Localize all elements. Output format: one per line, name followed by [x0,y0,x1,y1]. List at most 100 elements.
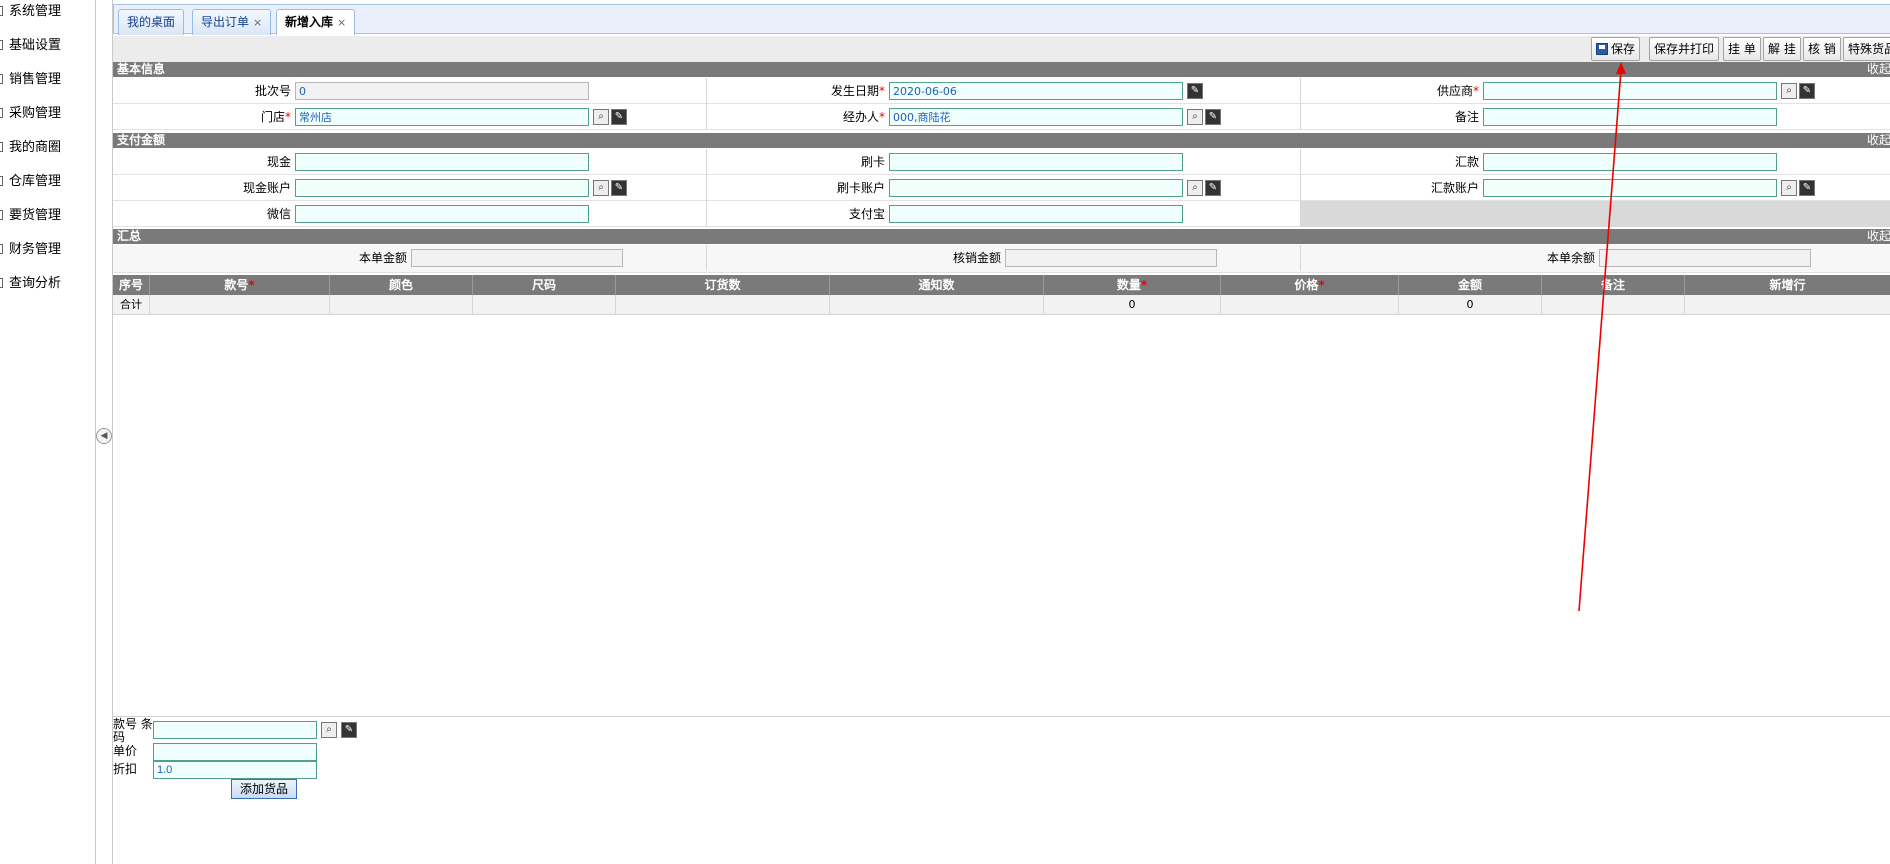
add-goods-button[interactable]: 添加货品 [231,779,297,799]
form-cell: 备注 [1301,104,1890,130]
hang-order-button[interactable]: 挂 单 [1723,37,1761,61]
supplier-label: 供应商* [1436,84,1479,98]
sidebar-item-label: 我的商圈 [9,140,62,155]
remit-account-field[interactable] [1483,179,1777,197]
discount-field[interactable] [153,761,317,779]
col-price[interactable]: 价格* [1221,275,1399,295]
sidebar-item-business-circle[interactable]: 我的商圈 [0,138,61,158]
date-label: 发生日期* [830,84,885,98]
this-balance-label: 本单余额 [1546,251,1595,265]
search-icon[interactable]: ⌕ [1781,180,1797,196]
batch-no-field[interactable] [295,82,589,100]
supplier-field[interactable] [1483,82,1777,100]
form-row: 微信 支付宝 [113,201,1890,227]
card-account-field[interactable] [889,179,1183,197]
writeoff-amount-field [1005,249,1217,267]
sidebar-item-requisition[interactable]: 要货管理 [0,206,61,226]
collapse-link[interactable]: 收起 [1867,62,1890,77]
card-account-label: 刷卡账户 [836,181,885,195]
search-icon[interactable]: ⌕ [593,180,609,196]
wechat-field[interactable] [295,205,589,223]
sidebar-item-basic-settings[interactable]: 基础设置 [0,36,61,56]
cash-field[interactable] [295,153,589,171]
sidebar-item-finance[interactable]: 财务管理 [0,240,61,260]
handler-field[interactable] [889,108,1183,126]
sidebar-item-warehouse[interactable]: 仓库管理 [0,172,61,192]
col-style-no[interactable]: 款号* [150,275,330,295]
code-label: 款号 条码 [113,717,153,744]
remit-field[interactable] [1483,153,1777,171]
sidebar-item-label: 基础设置 [9,38,62,53]
store-label: 门店* [260,110,291,124]
edit-icon[interactable]: ✎ [1205,180,1221,196]
handler-label: 经办人* [842,110,885,124]
unhang-order-button[interactable]: 解 挂 [1763,37,1801,61]
form-cell: 本单余额 [1301,245,1890,271]
edit-icon[interactable]: ✎ [1205,109,1221,125]
barcode-field[interactable] [153,721,317,739]
tab-my-desktop[interactable]: 我的桌面 [118,9,185,35]
this-amount-field [411,249,623,267]
form-row: 批次号 发生日期* ✎ 供应商* ⌕ ✎ [113,78,1890,104]
col-notice-qty[interactable]: 通知数 [830,275,1044,295]
tab-export-orders[interactable]: 导出订单 × [192,9,272,35]
search-icon[interactable]: ⌕ [1781,83,1797,99]
sidebar-item-purchase[interactable]: 采购管理 [0,104,61,124]
tab-label: 新增入库 [285,15,334,29]
remit-account-label: 汇款账户 [1430,181,1479,195]
col-index[interactable]: 序号 [113,275,150,295]
save-print-button[interactable]: 保存并打印 [1649,37,1720,61]
form-cell: 发生日期* ✎ [707,78,1301,104]
cash-account-field[interactable] [295,179,589,197]
calendar-icon[interactable]: ✎ [1187,83,1203,99]
sidebar-collapse-icon[interactable]: ◀ [96,428,112,444]
edit-icon[interactable]: ✎ [611,180,627,196]
col-quantity[interactable]: 数量* [1044,275,1221,295]
search-icon[interactable]: ⌕ [1187,109,1203,125]
collapse-link[interactable]: 收起 [1867,229,1890,244]
save-button[interactable]: 保存 [1591,37,1641,61]
cash-label: 现金 [266,155,291,169]
col-order-qty[interactable]: 订货数 [616,275,830,295]
bullet-icon [0,74,3,84]
bullet-icon [0,244,3,254]
col-remark[interactable]: 备注 [1542,275,1685,295]
col-color[interactable]: 颜色 [330,275,473,295]
card-field[interactable] [889,153,1183,171]
alipay-field[interactable] [889,205,1183,223]
this-amount-label: 本单金额 [358,251,407,265]
edit-icon[interactable]: ✎ [1799,83,1815,99]
special-goods-button[interactable]: 特殊货品 [1843,37,1890,61]
close-icon[interactable]: × [253,16,262,29]
search-icon[interactable]: ⌕ [1187,180,1203,196]
date-field[interactable] [889,82,1183,100]
edit-icon[interactable]: ✎ [1799,180,1815,196]
collapse-link[interactable]: 收起 [1867,133,1890,148]
close-icon[interactable]: × [337,16,346,29]
discount-label: 折扣 [113,762,138,776]
form-cell: 批次号 [113,78,707,104]
sidebar-item-label: 仓库管理 [9,174,62,189]
bullet-icon [0,278,3,288]
col-size[interactable]: 尺码 [473,275,616,295]
store-field[interactable] [295,108,589,126]
search-icon[interactable]: ⌕ [593,109,609,125]
card-label: 刷卡 [860,155,885,169]
sum-cell [150,295,330,315]
tab-new-stock-in[interactable]: 新增入库 × [276,9,356,35]
verify-button[interactable]: 核 销 [1803,37,1841,61]
search-icon[interactable]: ⌕ [321,722,337,738]
sidebar-item-system[interactable]: 系统管理 [0,2,61,22]
sidebar-item-query[interactable]: 查询分析 [0,274,61,294]
edit-icon[interactable]: ✎ [611,109,627,125]
sum-label: 合计 [113,295,150,315]
sidebar-item-label: 销售管理 [9,72,62,87]
sidebar-item-sales[interactable]: 销售管理 [0,70,61,90]
unit-price-field[interactable] [153,743,317,761]
remark-field[interactable] [1483,108,1777,126]
edit-icon[interactable]: ✎ [341,722,357,738]
col-amount[interactable]: 金额 [1399,275,1542,295]
sum-cell [616,295,830,315]
col-add-row[interactable]: 新增行 [1685,275,1890,295]
sum-cell [1685,295,1890,315]
